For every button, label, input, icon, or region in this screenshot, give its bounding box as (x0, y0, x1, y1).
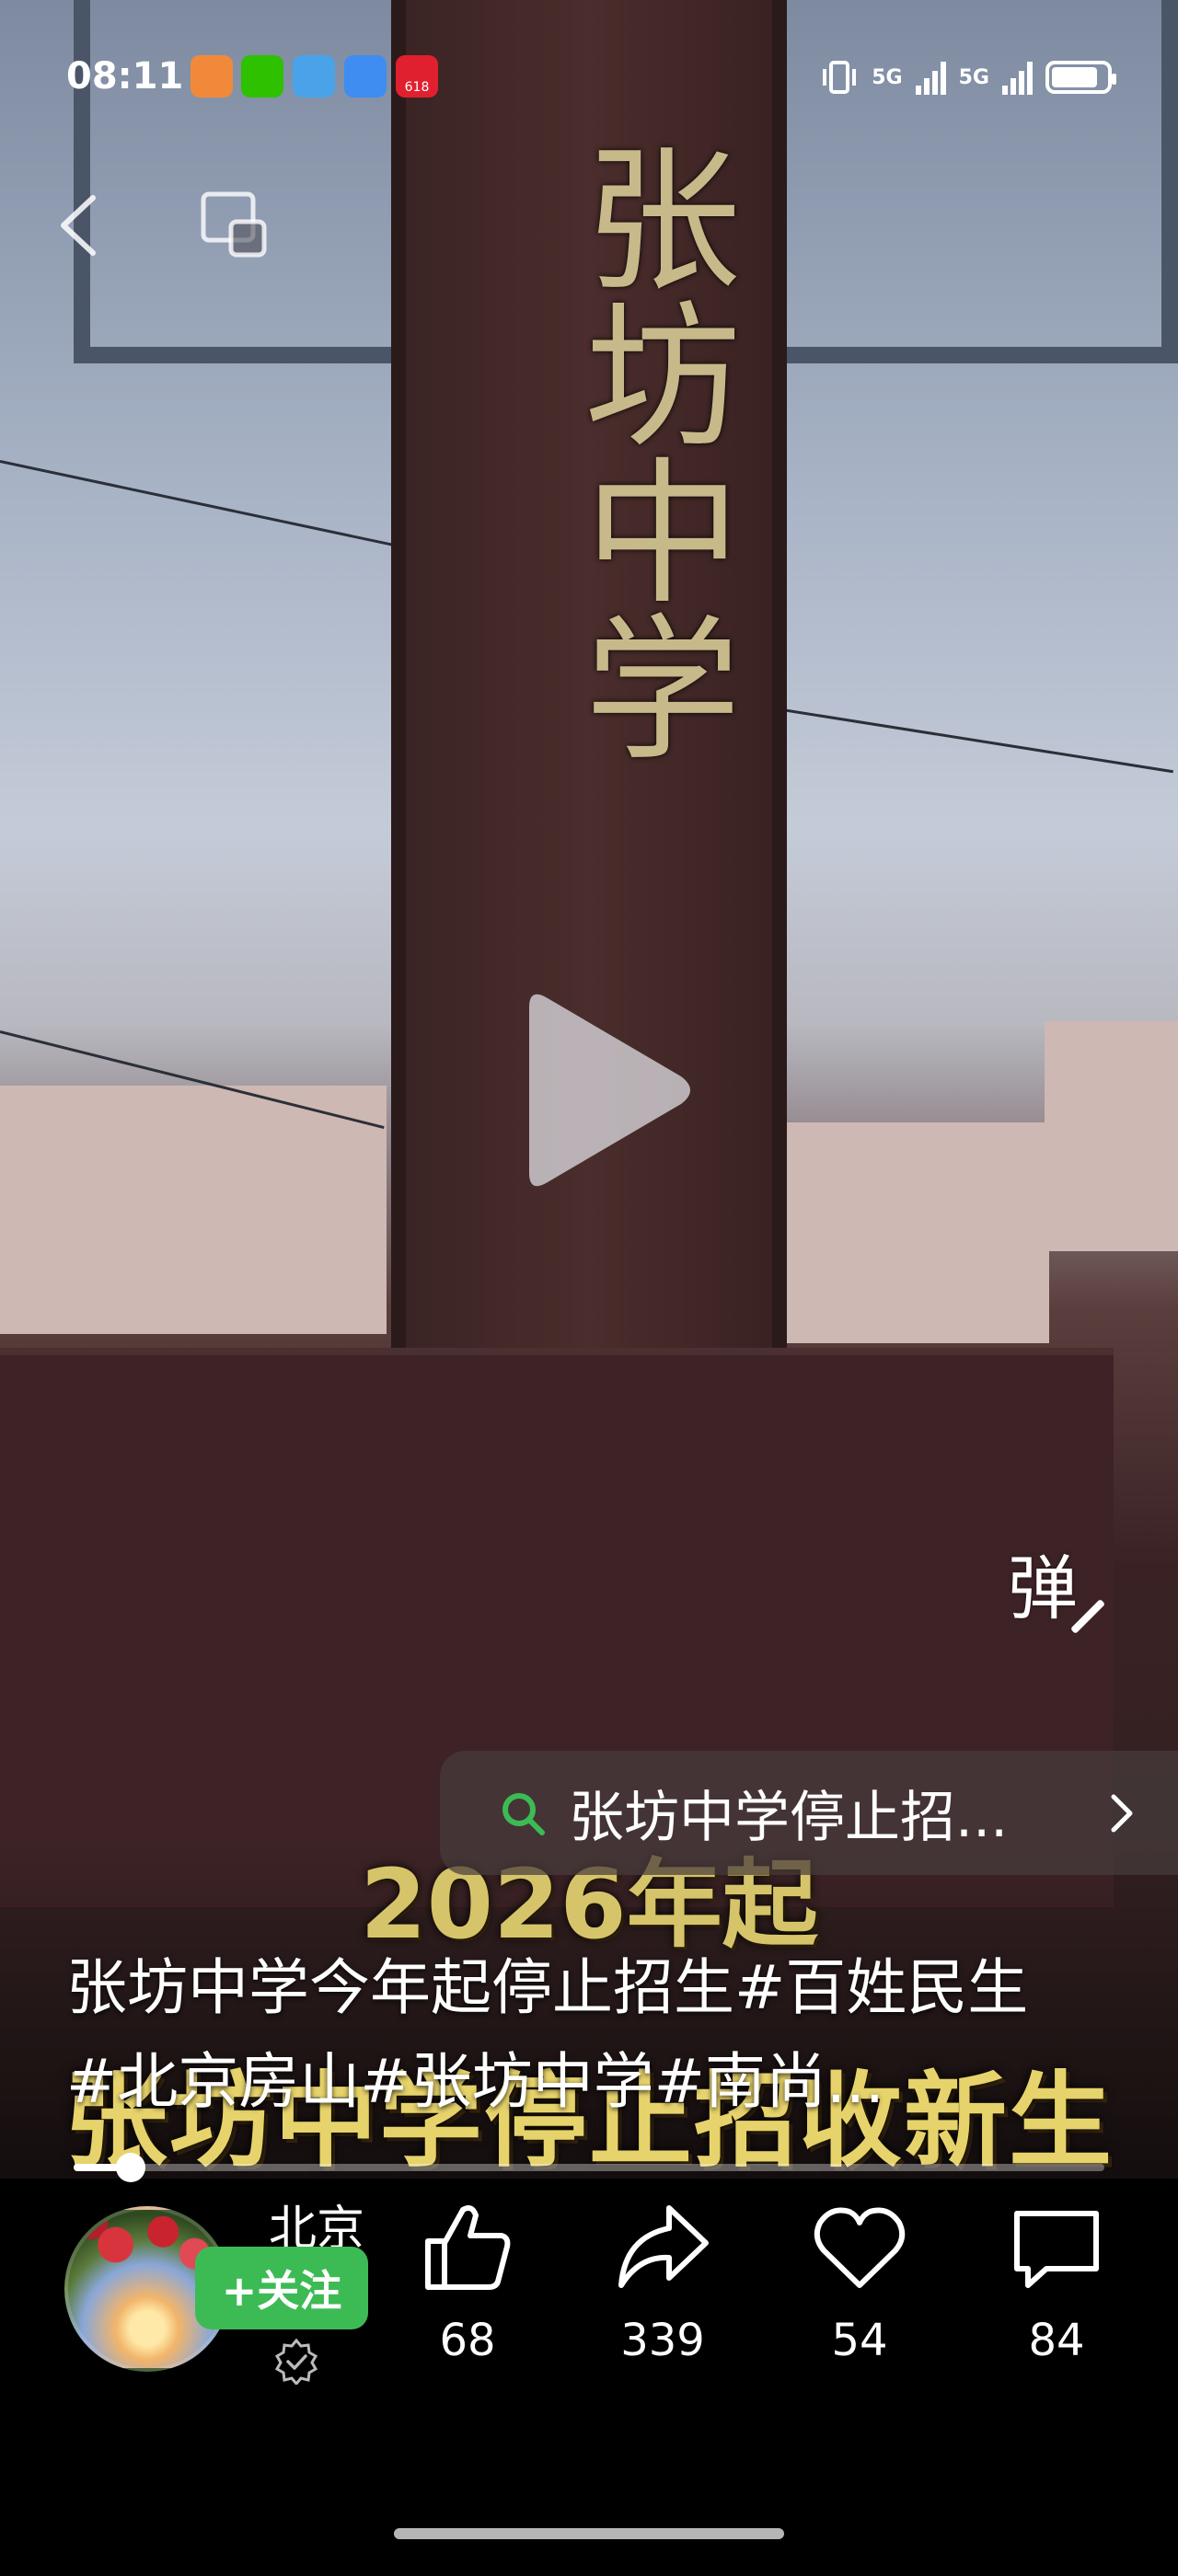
vibrate-icon (823, 61, 857, 94)
favorite-button[interactable]: 54 (777, 2197, 942, 2366)
related-search-chip[interactable]: 张坊中学停止招... (440, 1751, 1178, 1875)
power-line (0, 460, 406, 549)
chevron-right-icon (1111, 1794, 1133, 1833)
comment-count: 84 (1028, 2315, 1085, 2366)
favorite-count: 54 (831, 2315, 888, 2366)
heart-icon (814, 2207, 906, 2288)
share-button[interactable]: 339 (580, 2197, 745, 2366)
thumbs-up-icon (425, 2205, 511, 2290)
like-count: 68 (439, 2315, 496, 2366)
pillar-inscription: 张坊中学 (557, 138, 739, 764)
taobao-icon: 618 (396, 55, 438, 98)
follow-button[interactable]: +关注 (195, 2247, 368, 2329)
battery-icon (1045, 61, 1116, 94)
home-indicator[interactable] (394, 2528, 784, 2539)
comment-button[interactable]: 84 (974, 2197, 1139, 2366)
video-description[interactable]: 张坊中学今年起停止招生#百姓民生#北京房山#张坊中学#南尚... (66, 1941, 1079, 2129)
like-button[interactable]: 68 (385, 2197, 550, 2366)
comment-icon (1014, 2211, 1099, 2288)
related-search-text: 张坊中学停止招... (569, 1786, 1009, 1850)
play-icon (529, 994, 690, 1187)
screencast-button[interactable] (198, 189, 271, 262)
play-button[interactable] (502, 980, 704, 1201)
signal-icon-2 (1002, 60, 1033, 95)
school-building-far-right (1045, 1021, 1178, 1251)
status-right: 5G 5G (820, 55, 1116, 99)
chevron-left-icon (61, 195, 96, 256)
weather-icon (344, 55, 387, 98)
verified-badge-icon (274, 2338, 318, 2385)
danmaku-label: 弹 (1008, 1547, 1078, 1629)
danmaku-button[interactable]: 弹 (1008, 1532, 1109, 1635)
power-line (781, 708, 1173, 774)
share-icon (618, 2205, 709, 2288)
signal-icon-1 (915, 60, 946, 95)
progress-thumb[interactable] (115, 2153, 145, 2182)
network-label-2: 5G (958, 65, 989, 89)
reader-icon (293, 55, 335, 98)
back-button[interactable] (51, 179, 106, 271)
progress-bar[interactable] (74, 2153, 1104, 2182)
screencast-icon (201, 191, 267, 258)
wechat-icon (241, 55, 283, 98)
app-badge-text: 618 (404, 80, 430, 95)
status-time: 08:11 (66, 55, 184, 98)
share-count: 339 (620, 2315, 705, 2366)
health-icon (191, 55, 233, 98)
school-building-right (782, 1122, 1049, 1343)
school-building-left (0, 1086, 387, 1334)
network-label-1: 5G (872, 65, 903, 89)
search-icon (502, 1792, 545, 1835)
status-bar: 08:11 618 5G 5G (0, 0, 1178, 156)
